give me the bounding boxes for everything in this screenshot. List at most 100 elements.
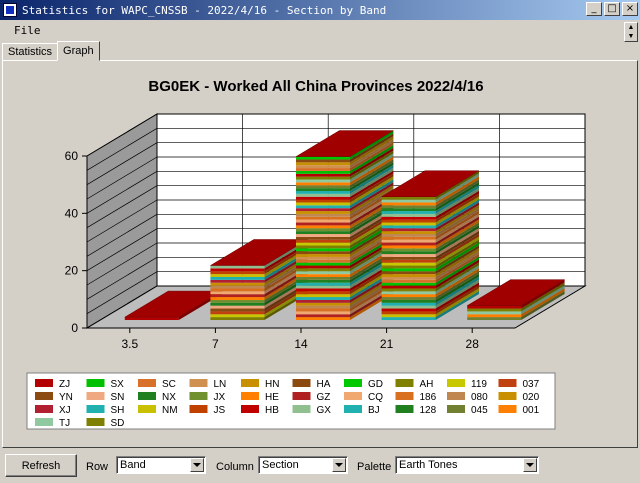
legend-swatch (35, 379, 53, 387)
bar-segment (296, 262, 350, 266)
bar-segment (296, 314, 350, 318)
bar-segment (381, 205, 436, 209)
legend-swatch (35, 418, 53, 426)
bar-segment (381, 262, 436, 266)
bar-segment (467, 311, 522, 315)
legend-label: 001 (523, 405, 540, 416)
bar-segment (296, 254, 350, 257)
legend-swatch (138, 405, 156, 413)
x-tick-label: 7 (212, 337, 219, 351)
legend-label: JX (214, 392, 226, 403)
legend-swatch (447, 379, 465, 387)
bar-segment (210, 271, 265, 275)
bar-segment (381, 202, 436, 206)
palette-select[interactable]: Earth Tones (395, 456, 539, 474)
bar-segment (381, 245, 436, 249)
bar-segment (296, 208, 350, 212)
bar-segment (381, 254, 436, 257)
x-tick-label: 14 (294, 337, 308, 351)
bar-segment (296, 299, 350, 303)
bar-segment (381, 225, 436, 229)
legend-swatch (86, 379, 105, 387)
tab-statistics[interactable]: Statistics (2, 43, 59, 61)
column-select[interactable]: Section (258, 456, 348, 474)
y-tick-label: 20 (65, 264, 79, 278)
bar-segment (381, 305, 436, 309)
legend-label: SX (111, 379, 125, 390)
bar-segment (210, 282, 265, 286)
y-tick-label: 0 (71, 321, 78, 335)
close-button[interactable]: × (622, 2, 638, 16)
bar-segment (296, 193, 350, 197)
bar-segment (381, 277, 436, 280)
chevron-down-icon[interactable] (190, 458, 204, 472)
bar-segment (296, 173, 350, 177)
bar-segment (296, 239, 350, 243)
bar-segment (381, 314, 436, 318)
bar-segment (296, 291, 350, 295)
bar-segment (296, 294, 350, 298)
bar-segment (381, 256, 436, 260)
bar-segment (296, 168, 350, 171)
palette-select-value: Earth Tones (399, 459, 458, 471)
legend-swatch (498, 379, 517, 387)
legend-label: JS (214, 405, 226, 416)
bar-segment (296, 213, 350, 217)
legend-swatch (138, 392, 156, 400)
x-tick-label: 3.5 (121, 337, 138, 351)
bar-segment (381, 317, 436, 320)
bar-segment (210, 302, 265, 306)
bar-segment (467, 314, 522, 318)
bar-segment (296, 311, 350, 315)
bar-segment (296, 248, 350, 252)
legend-swatch (86, 418, 105, 426)
chevron-down-icon[interactable] (332, 458, 346, 472)
bar-segment (381, 299, 436, 303)
legend-swatch (292, 392, 311, 400)
bar-segment (210, 288, 265, 292)
x-tick-label: 21 (380, 337, 394, 351)
bar-segment (296, 191, 350, 194)
bar-segment (210, 279, 265, 283)
refresh-button[interactable]: Refresh (5, 454, 77, 477)
bar-segment (210, 274, 265, 277)
bar-segment (467, 305, 522, 309)
bar-segment (296, 188, 350, 191)
title-bar: Statistics for WAPC_CNSSB - 2022/4/16 - … (0, 0, 640, 20)
bar-segment (296, 285, 350, 289)
bar-segment (210, 299, 265, 303)
menu-scroll-arrows[interactable]: ▲ ▼ (624, 22, 638, 42)
legend-swatch (498, 405, 517, 413)
maximize-button[interactable]: □ (604, 2, 620, 16)
bar-segment (381, 308, 436, 312)
legend-swatch (447, 405, 465, 413)
bar-segment (210, 297, 265, 300)
row-label: Row (86, 461, 109, 473)
bar-segment (296, 176, 350, 180)
tab-graph[interactable]: Graph (57, 41, 100, 61)
chevron-down-icon[interactable] (523, 458, 537, 472)
bar-segment (381, 291, 436, 295)
legend-swatch (292, 379, 311, 387)
bar-segment (296, 228, 350, 232)
legend-swatch (241, 379, 259, 387)
window-title: Statistics for WAPC_CNSSB - 2022/4/16 - … (22, 3, 387, 17)
legend-label: HE (265, 392, 279, 403)
bar-segment (296, 282, 350, 286)
column-select-value: Section (262, 459, 299, 471)
bar-segment (296, 236, 350, 240)
chart: BG0EK - Worked All China Provinces 2022/… (3, 61, 637, 447)
minimize-button[interactable]: _ (586, 2, 602, 16)
menu-file[interactable]: File (0, 24, 55, 37)
bar-segment (296, 216, 350, 220)
bar-segment (296, 159, 350, 163)
bar-segment (296, 162, 350, 166)
row-select[interactable]: Band (116, 456, 206, 474)
legend-swatch (344, 379, 362, 387)
legend-label: ZJ (59, 379, 70, 390)
bar-segment (210, 311, 265, 315)
legend-label: AH (420, 379, 434, 390)
bar-segment (296, 156, 350, 160)
legend-label: GZ (317, 392, 331, 403)
legend-swatch (138, 379, 156, 387)
